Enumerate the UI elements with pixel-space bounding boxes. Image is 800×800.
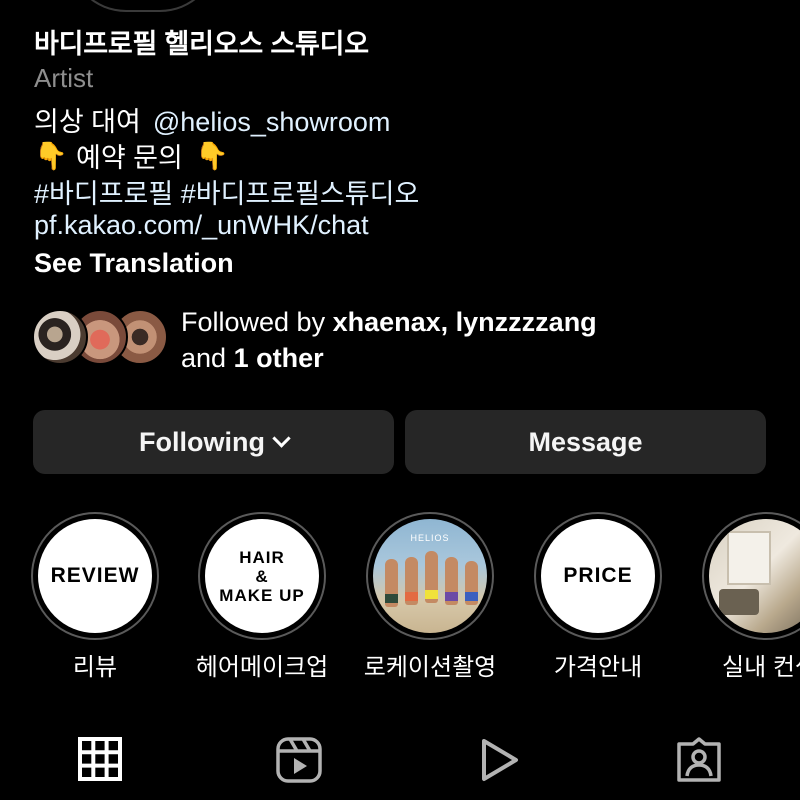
highlight-label: 리뷰 [72, 654, 118, 681]
shorts [425, 590, 438, 599]
highlight-cover-text: REVIEW [50, 564, 140, 587]
shorts [445, 592, 458, 601]
highlight-cover-photo [709, 519, 800, 633]
message-label: Message [528, 426, 643, 457]
highlight-cover: REVIEW [38, 519, 152, 633]
bio-line-1: 의상 대여 @helios_showroom [34, 100, 390, 139]
highlight-price[interactable]: PRICE 가격안내 [534, 512, 662, 681]
highlight-ring: HELIOS [366, 512, 494, 640]
highlight-review[interactable]: REVIEW 리뷰 [31, 512, 159, 681]
highlight-ring: HAIR & MAKE UP [198, 512, 326, 640]
followed-by-and: and [181, 343, 227, 373]
avatar [32, 309, 88, 365]
highlight-label: 헤어메이크업 [195, 654, 329, 681]
shorts [405, 592, 418, 601]
mention-link[interactable]: @helios_showroom [153, 107, 391, 137]
play-icon[interactable] [476, 736, 524, 784]
pointing-down-emoji: 👇 [34, 140, 68, 171]
following-label: Following [139, 426, 265, 457]
followed-by-text[interactable]: Followed by xhaenax, lynzzzzang and 1 ot… [181, 304, 597, 376]
reels-icon[interactable] [275, 736, 323, 784]
highlight-location[interactable]: HELIOS 로케이션촬영 [364, 512, 496, 681]
window-shape [727, 531, 771, 585]
highlight-ring: REVIEW [31, 512, 159, 640]
highlight-hair-makeup[interactable]: HAIR & MAKE UP 헤어메이크업 [196, 512, 328, 681]
see-translation-button[interactable]: See Translation [34, 248, 234, 279]
profile-name: 바디프로필 헬리오스 스튜디오 [34, 29, 369, 59]
bio-text: 의상 대여 [34, 107, 141, 137]
shorts [465, 592, 478, 601]
highlight-cover-brand: HELIOS [410, 533, 450, 543]
chevron-down-icon [272, 428, 291, 448]
followers-avatars[interactable] [32, 309, 168, 367]
tagged-icon[interactable] [675, 736, 723, 784]
bio-text: 예약 문의 [76, 143, 183, 173]
highlight-cover-text: & [255, 566, 269, 586]
profile-tab-bar [0, 736, 800, 786]
highlight-cover: PRICE [541, 519, 655, 633]
highlight-label: 실내 컨셉 [722, 654, 800, 681]
pointing-down-emoji: 👇 [195, 140, 229, 171]
followed-by-prefix: Followed by [181, 307, 326, 337]
highlight-cover-text: MAKE UP [219, 585, 305, 605]
highlight-ring: PRICE [534, 512, 662, 640]
hashtag-links[interactable]: #바디프로필 #바디프로필스튜디오 [34, 172, 419, 211]
following-button[interactable]: Following [33, 410, 394, 474]
followed-by-others: 1 other [233, 343, 324, 373]
profile-category: Artist [34, 63, 94, 93]
highlight-interior[interactable]: 실내 컨셉 [702, 512, 800, 681]
chair-shape [719, 589, 759, 615]
highlight-label: 로케이션촬영 [363, 654, 497, 681]
highlight-cover-text: HAIR [239, 547, 285, 567]
profile-picture-ring[interactable] [68, 0, 218, 12]
highlight-cover-photo: HELIOS [373, 519, 487, 633]
message-button[interactable]: Message [405, 410, 766, 474]
bio-line-2: 👇 예약 문의 👇 [34, 136, 229, 175]
highlight-ring [702, 512, 800, 640]
followed-by-users: xhaenax, lynzzzzang [332, 307, 597, 337]
highlight-cover-text: PRICE [563, 564, 633, 587]
highlight-label: 가격안내 [553, 654, 643, 681]
grid-icon[interactable] [77, 736, 125, 784]
shorts [385, 594, 398, 603]
highlight-cover: HAIR & MAKE UP [205, 519, 319, 633]
bio-link[interactable]: pf.kakao.com/_unWHK/chat [34, 210, 369, 241]
